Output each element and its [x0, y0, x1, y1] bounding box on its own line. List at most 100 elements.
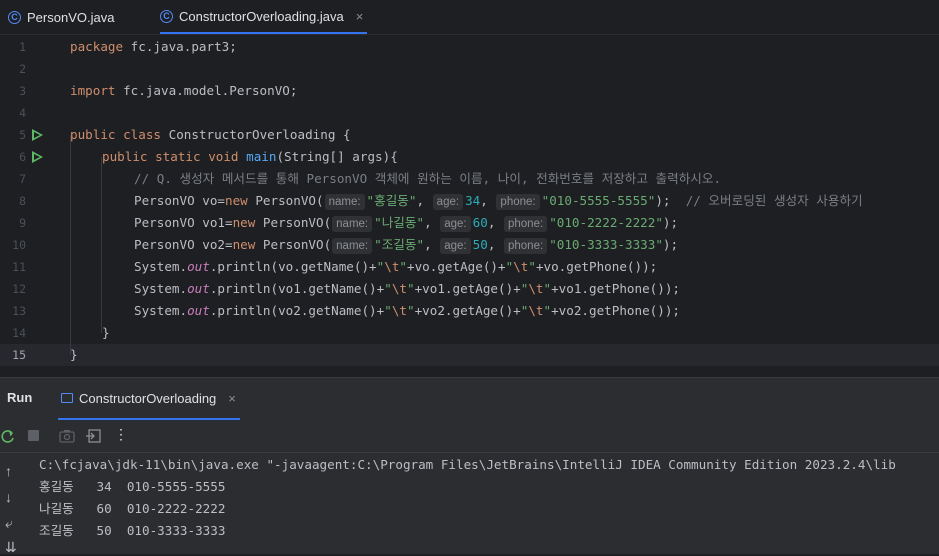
run-main-icon[interactable]	[32, 151, 43, 163]
code-line-15: }	[70, 347, 78, 362]
code-text: PersonVO vo=	[134, 193, 225, 208]
camera-icon[interactable]	[59, 429, 75, 443]
keyword: new	[232, 215, 256, 230]
code-editor[interactable]: 1 2 3 4 5 6 7 8 9 10 11 12 13 14 15 pack…	[0, 35, 939, 377]
run-config-label: ConstructorOverloading	[79, 390, 217, 406]
keyword: void	[208, 149, 239, 164]
editor-tab-bar: C PersonVO.java C ConstructorOverloading…	[0, 0, 939, 35]
string-quote: "	[406, 281, 415, 296]
comma: ,	[480, 193, 488, 208]
line-number: 11	[12, 260, 26, 274]
close-icon[interactable]: ×	[228, 391, 236, 406]
rerun-icon[interactable]	[0, 429, 16, 445]
comma: ,	[416, 193, 425, 208]
code-text: .println(vo.getName()+	[209, 259, 377, 274]
code-text: System.	[134, 303, 188, 318]
tab-personvo[interactable]: C PersonVO.java	[8, 0, 114, 34]
keyword: new	[232, 237, 256, 252]
code-text: PersonVO(	[255, 237, 332, 252]
class-name: ConstructorOverloading	[168, 127, 336, 142]
brace: {	[343, 127, 351, 142]
number-literal: 34	[465, 193, 481, 208]
code-text: PersonVO(	[255, 215, 332, 230]
line-number: 6	[19, 150, 26, 164]
code-text: fc.java.part3;	[123, 39, 237, 54]
string-quote: "	[399, 259, 407, 274]
run-toolbar: ⋮	[0, 420, 939, 453]
comma: ,	[487, 215, 496, 230]
comma: ,	[424, 215, 432, 230]
string-literal: "조길동"	[374, 237, 425, 252]
keyword: package	[70, 39, 124, 54]
escape-sequence: \t	[384, 259, 400, 274]
escape-sequence: \t	[391, 303, 407, 318]
code-text: fc.java.model.PersonVO;	[115, 83, 298, 98]
code-line-5: public class ConstructorOverloading {	[70, 124, 351, 146]
param-hint: age:	[440, 238, 471, 254]
console-line: C:\fcjava\jdk-11\bin\java.exe "-javaagen…	[39, 457, 896, 472]
keyword: static	[155, 149, 201, 164]
code-line-14: }	[102, 325, 110, 340]
string-quote: "	[528, 259, 536, 274]
comment: // 오버로딩된 생성자 사용하기	[685, 193, 863, 208]
code-text: System.	[134, 281, 188, 296]
stop-icon[interactable]	[28, 430, 39, 441]
console-output[interactable]: ↑ ↓ ⤶ ⇊ C:\fcjava\jdk-11\bin\java.exe "-…	[0, 453, 939, 556]
string-quote: "	[543, 281, 552, 296]
code-line-6: public static void main(String[] args){	[102, 146, 398, 168]
console-side-toolbar: ↑ ↓ ⤶ ⇊	[0, 453, 26, 556]
static-field: out	[187, 303, 210, 318]
code-line-11: System.out.println(vo.getName()+"\t"+vo.…	[134, 256, 657, 278]
string-quote: "	[406, 303, 415, 318]
console-line: 나길동 60 010-2222-2222	[39, 501, 226, 516]
code-line-13: System.out.println(vo2.getName()+"\t"+vo…	[134, 300, 680, 322]
string-literal: "010-3333-3333"	[549, 237, 663, 252]
close-tab-icon[interactable]: ×	[356, 9, 364, 24]
code-line-3: import fc.java.model.PersonVO;	[70, 80, 297, 102]
code-text: );	[662, 215, 679, 230]
code-text: .println(vo1.getName()+	[209, 281, 385, 296]
code-text: PersonVO vo2=	[134, 237, 233, 252]
tab-constructoroverloading[interactable]: C ConstructorOverloading.java ×	[160, 0, 368, 34]
scroll-to-end-icon[interactable]: ⇊	[5, 539, 17, 556]
code-text: );	[662, 237, 679, 252]
param-hint: name:	[332, 216, 373, 232]
string-literal: "홍길동"	[366, 193, 417, 208]
run-class-icon[interactable]	[32, 129, 43, 141]
code-text: +vo2.getAge()+	[414, 303, 521, 318]
java-class-icon: C	[8, 10, 21, 24]
code-line-10: PersonVO vo2=new PersonVO(name: "조길동", ag…	[134, 234, 678, 256]
escape-sequence: \t	[528, 281, 544, 296]
keyword: import	[70, 83, 116, 98]
string-quote: "	[384, 281, 392, 296]
console-line: 홍길동 34 010-5555-5555	[39, 479, 226, 494]
line-number: 12	[12, 282, 26, 296]
up-arrow-icon[interactable]: ↑	[5, 463, 12, 479]
escape-sequence: \t	[513, 259, 529, 274]
tab-label: PersonVO.java	[27, 9, 115, 25]
down-arrow-icon[interactable]: ↓	[5, 489, 12, 505]
java-class-icon: C	[160, 9, 173, 23]
run-panel-header: Run ConstructorOverloading ×	[0, 377, 939, 420]
restore-layout-icon[interactable]	[86, 429, 101, 443]
string-literal: "나길동"	[374, 215, 425, 230]
keyword: class	[123, 127, 162, 142]
keyword: public	[102, 149, 148, 164]
run-config-tab[interactable]: ConstructorOverloading ×	[58, 378, 240, 420]
param-hint: phone:	[496, 194, 540, 210]
line-number: 1	[19, 40, 26, 54]
code-line-12: System.out.println(vo1.getName()+"\t"+vo…	[134, 278, 680, 300]
line-number: 15	[12, 348, 26, 362]
code-line-7: // Q. 생성자 메서드를 통해 PersonVO 객체에 원하는 이름, 나…	[134, 171, 722, 186]
param-hint: name:	[332, 238, 373, 254]
code-content[interactable]: package fc.java.part3; import fc.java.mo…	[70, 35, 939, 377]
line-number: 13	[12, 304, 26, 318]
line-number: 4	[19, 106, 26, 120]
code-text: +vo1.getPhone());	[551, 281, 680, 296]
line-number: 7	[19, 172, 26, 186]
param-hint: age:	[440, 216, 471, 232]
code-text: );	[655, 193, 671, 208]
soft-wrap-icon[interactable]: ⤶	[5, 515, 13, 532]
line-number: 14	[12, 326, 26, 340]
more-options-icon[interactable]: ⋮	[114, 426, 128, 443]
